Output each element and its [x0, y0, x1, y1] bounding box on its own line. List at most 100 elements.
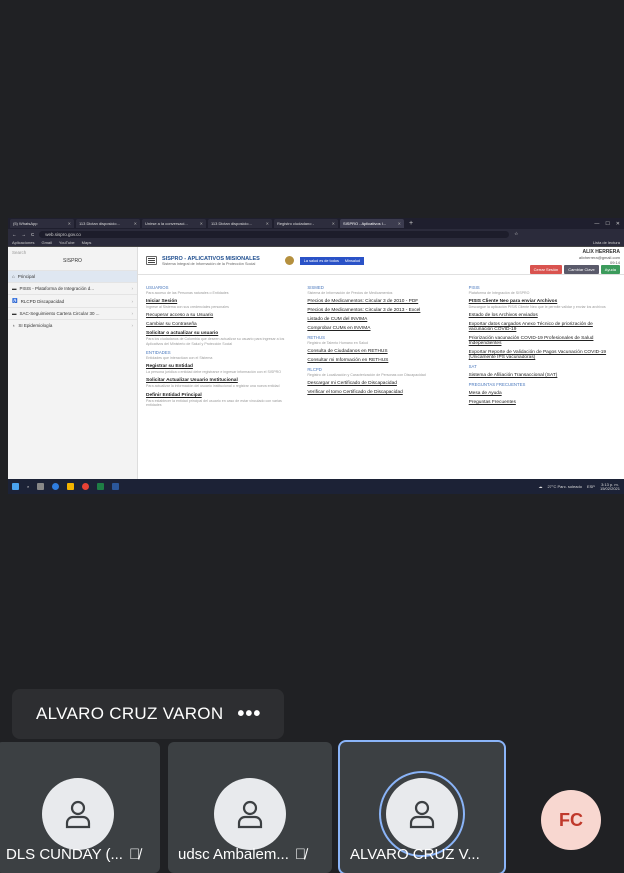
close-window-icon[interactable]: ✕ [616, 221, 620, 227]
page-link[interactable]: Exportar datos cargados Anexo Técnico de… [469, 322, 616, 332]
participant-tile[interactable]: udsc Ambalem... 🎙̸ [168, 742, 332, 873]
page-link[interactable]: Definir Entidad Principal [146, 393, 293, 398]
reading-list[interactable]: Lista de lectura [593, 240, 620, 245]
sidebar-item-pisis[interactable]: ▬ PISIS - Plataforma de Integración d... › [8, 282, 137, 294]
page-link[interactable]: Solicitar o actualizar su usuario [146, 331, 293, 336]
section-title: PREGUNTAS FRECUENTES [468, 382, 526, 388]
page-link[interactable]: Consultar mi Información en RETHUS [307, 358, 454, 363]
help-button[interactable]: Ayuda [600, 265, 620, 274]
change-password-button[interactable]: Cambiar Clave [564, 265, 599, 274]
stethoscope-icon: ♁ [12, 323, 16, 328]
search-icon[interactable]: ⌕ [27, 484, 29, 489]
sidebar-item-principal[interactable]: ⌂ Principal [8, 270, 137, 282]
participant-initials-avatar[interactable]: FC [541, 790, 601, 850]
page-link[interactable]: Exportar Reporte de Validación de Pagos … [469, 350, 616, 360]
lang-indicator[interactable]: ESP [587, 484, 595, 489]
page-link[interactable]: Verificar el tomo Certificado de Discapa… [307, 390, 454, 395]
chrome-icon[interactable] [82, 483, 90, 490]
main-content: SISPRO - APLICATIVOS MISIONALES Sistema … [138, 247, 624, 479]
sidebar-item-rlcpd[interactable]: ♿ RLCPD Discapacidad › [8, 294, 137, 307]
mic-off-icon: 🎙̸ [128, 846, 141, 863]
chevron-right-icon: › [131, 311, 134, 316]
page-link[interactable]: Preguntas Frecuentes [469, 400, 616, 405]
page-link[interactable]: Registrar su Entidad [146, 364, 293, 369]
forward-icon[interactable]: → [22, 232, 27, 237]
link-columns: USUARIOS Para acceso de las Personas natu… [138, 275, 624, 409]
reload-icon[interactable]: C [31, 232, 34, 237]
page-link[interactable]: Listado de CUM del INVIMA [307, 317, 454, 322]
tab-label: 113 Dictan disposicio... [211, 221, 252, 226]
tab-label: (5) WhatsApp [13, 221, 38, 226]
page-link[interactable]: Sistema de Afiliación Transaccional (SAT… [469, 373, 616, 378]
file-explorer-icon[interactable] [67, 483, 75, 490]
sidebar-item-sac[interactable]: ▬ SAC-Seguimiento Cartera Circular 30 ...… [8, 307, 137, 319]
browser-tab-active[interactable]: SISPRO - Aplicativos I... ✕ [340, 219, 404, 228]
close-icon[interactable]: ✕ [266, 221, 269, 226]
bookmark-item[interactable]: Gmail [41, 240, 51, 245]
close-icon[interactable]: ✕ [68, 221, 71, 226]
participant-tile[interactable]: DLS CUNDAY (... 🎙̸ [0, 742, 160, 873]
maximize-icon[interactable]: ☐ [605, 221, 609, 227]
excel-icon[interactable] [97, 483, 105, 490]
url-input[interactable]: web.sispro.gov.co [39, 230, 510, 238]
close-icon[interactable]: ✕ [332, 221, 335, 226]
bookmark-item[interactable]: YouTube [59, 240, 75, 245]
page-link[interactable]: Mesa de Ayuda [469, 391, 616, 396]
more-options-icon[interactable]: ••• [237, 703, 261, 726]
page-link[interactable]: Priorización vacunación COVID-19 Profesi… [469, 336, 616, 346]
section-subtitle: Registro de Talento Humano en Salud [307, 341, 368, 345]
sidebar-search[interactable]: Search [8, 247, 137, 255]
page-link[interactable]: Descargar mi Certificado de Discapacidad [307, 381, 454, 386]
star-icon[interactable]: ☆ [514, 231, 518, 237]
bookmark-item[interactable]: Maps [82, 240, 92, 245]
page-link[interactable]: Precios de Medicamentos: Circular 3 de 2… [307, 299, 454, 304]
close-icon[interactable]: ✕ [200, 221, 203, 226]
edge-icon[interactable] [52, 483, 60, 490]
page-link[interactable]: Iniciar Sesión [146, 299, 293, 304]
page-link[interactable]: Comprobar CUMs en INVIMA [307, 326, 454, 331]
bookmark-item[interactable]: Aplicaciones [12, 240, 34, 245]
avatar [214, 778, 286, 850]
link-description: Ingrese al Sistema con sus credenciales … [146, 305, 229, 309]
browser-tab[interactable]: (5) WhatsApp ✕ [10, 219, 74, 228]
chevron-right-icon: › [131, 323, 134, 328]
weather-text[interactable]: 27°C Parc. soleado [547, 484, 582, 489]
chevron-right-icon: › [131, 298, 134, 304]
system-tray: ☁ 27°C Parc. soleado ESP 3:13 p. m. 15/02… [538, 482, 620, 491]
page-link[interactable]: Precios de Medicamentos: Circular 3 de 2… [307, 308, 454, 313]
close-icon[interactable]: ✕ [134, 221, 137, 226]
browser-tab[interactable]: Registro ciudadano - ✕ [274, 219, 338, 228]
page-link[interactable]: Recuperar acceso a su Usuario [146, 313, 293, 318]
user-info: ALIX HERRERA alixherrera@gmail.com 09:14 [579, 249, 620, 265]
close-icon[interactable]: ✕ [398, 221, 401, 226]
coat-of-arms-icon [284, 256, 294, 265]
back-icon[interactable]: ← [12, 232, 17, 237]
page-link[interactable]: Consulta de Ciudadanos en RETHUS [307, 349, 454, 354]
logout-button[interactable]: Cerrar Sesión [529, 265, 563, 274]
section-subtitle: Entidades que interactúan con el Sistema [146, 355, 213, 360]
start-icon[interactable] [12, 483, 19, 490]
section-subtitle: Registro de Localización y Caracterizaci… [307, 373, 426, 377]
participant-tile-active[interactable]: ALVARO CRUZ V... [338, 740, 506, 873]
page-link[interactable]: Solicitar Actualizar Usuario Institucion… [146, 378, 293, 383]
minimize-icon[interactable]: — [594, 221, 599, 227]
link-description: Para actualizar la información del usuar… [146, 384, 280, 389]
participant-name: DLS CUNDAY (... [6, 846, 123, 863]
tab-label: 113 Dictan disposicio... [79, 221, 120, 226]
clock[interactable]: 3:13 p. m. 15/02/2021 [600, 482, 620, 491]
new-tab-icon[interactable]: + [406, 220, 416, 227]
page-link[interactable]: PISIS Cliente Neo para enviar Archivos [469, 299, 616, 304]
sidebar-item-epidemiologia[interactable]: ♁ SI Epidemiología › [8, 319, 137, 331]
section-title: SISMED [307, 285, 324, 290]
section-subtitle: Para acceso de las Personas naturales o … [146, 291, 229, 295]
page-link[interactable]: Estado de los Archivos enviados [469, 313, 616, 318]
page-link[interactable]: Cambiar su Contraseña [146, 322, 293, 327]
word-icon[interactable] [112, 483, 120, 490]
browser-tab[interactable]: Unirse a la conversaci... ✕ [142, 219, 206, 228]
browser-tab[interactable]: 113 Dictan disposicio... ✕ [208, 219, 272, 228]
browser-tab[interactable]: 113 Dictan disposicio... ✕ [76, 219, 140, 228]
app-header: SISPRO - APLICATIVOS MISIONALES Sistema … [138, 247, 624, 275]
task-view-icon[interactable] [37, 483, 45, 490]
web-page: Search SISPRO ⌂ Principal ▬ PISIS - Plataf… [8, 247, 624, 479]
menu-icon[interactable] [146, 256, 157, 265]
